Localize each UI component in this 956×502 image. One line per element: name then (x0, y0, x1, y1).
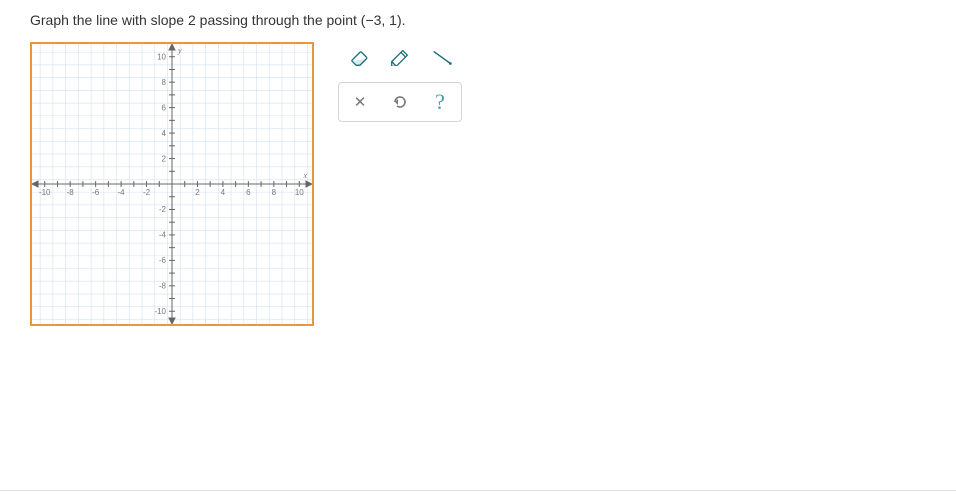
svg-text:8: 8 (162, 78, 167, 87)
svg-text:-6: -6 (159, 256, 167, 265)
svg-text:-2: -2 (143, 188, 151, 197)
svg-text:2: 2 (195, 188, 200, 197)
eraser-button[interactable] (340, 44, 376, 70)
svg-text:-8: -8 (159, 282, 167, 291)
help-icon: ? (435, 89, 445, 115)
line-tool-button[interactable] (424, 44, 460, 70)
svg-text:6: 6 (162, 103, 167, 112)
eraser-icon (346, 48, 370, 66)
svg-text:10: 10 (295, 188, 304, 197)
svg-text:-4: -4 (159, 231, 167, 240)
svg-text:4: 4 (162, 129, 167, 138)
problem-instruction: Graph the line with slope 2 passing thro… (30, 12, 926, 28)
svg-text:-10: -10 (39, 188, 51, 197)
axes (32, 44, 312, 324)
svg-text:-10: -10 (154, 307, 166, 316)
problem-point: (−3, 1) (361, 12, 402, 28)
y-axis-label: y (177, 46, 182, 55)
clear-button[interactable]: ✕ (343, 87, 377, 117)
coordinate-plane: -10 -8 -6 -4 -2 2 4 6 8 10 -10 -8 -6 -4 … (32, 44, 312, 324)
undo-icon (390, 92, 410, 112)
help-button[interactable]: ? (423, 87, 457, 117)
action-tools-row: ✕ ? (338, 82, 462, 122)
problem-prefix: Graph the line with slope 2 passing thro… (30, 12, 361, 28)
svg-text:8: 8 (272, 188, 277, 197)
svg-text:10: 10 (157, 53, 166, 62)
svg-text:-6: -6 (92, 188, 100, 197)
page-footer-divider (0, 490, 956, 491)
pencil-button[interactable] (382, 44, 418, 70)
pencil-icon (388, 48, 412, 66)
tool-panel: ✕ ? (338, 42, 462, 132)
drawing-tools-row (338, 42, 462, 72)
svg-text:4: 4 (221, 188, 226, 197)
svg-text:6: 6 (246, 188, 251, 197)
graph-canvas[interactable]: -10 -8 -6 -4 -2 2 4 6 8 10 -10 -8 -6 -4 … (30, 42, 314, 326)
svg-text:-4: -4 (118, 188, 126, 197)
svg-text:-2: -2 (159, 205, 167, 214)
x-axis-label: x (302, 171, 307, 180)
close-icon: ✕ (354, 93, 367, 111)
svg-text:2: 2 (162, 154, 167, 163)
problem-suffix: . (402, 12, 406, 28)
svg-text:-8: -8 (67, 188, 75, 197)
line-icon (430, 48, 454, 66)
undo-button[interactable] (383, 87, 417, 117)
